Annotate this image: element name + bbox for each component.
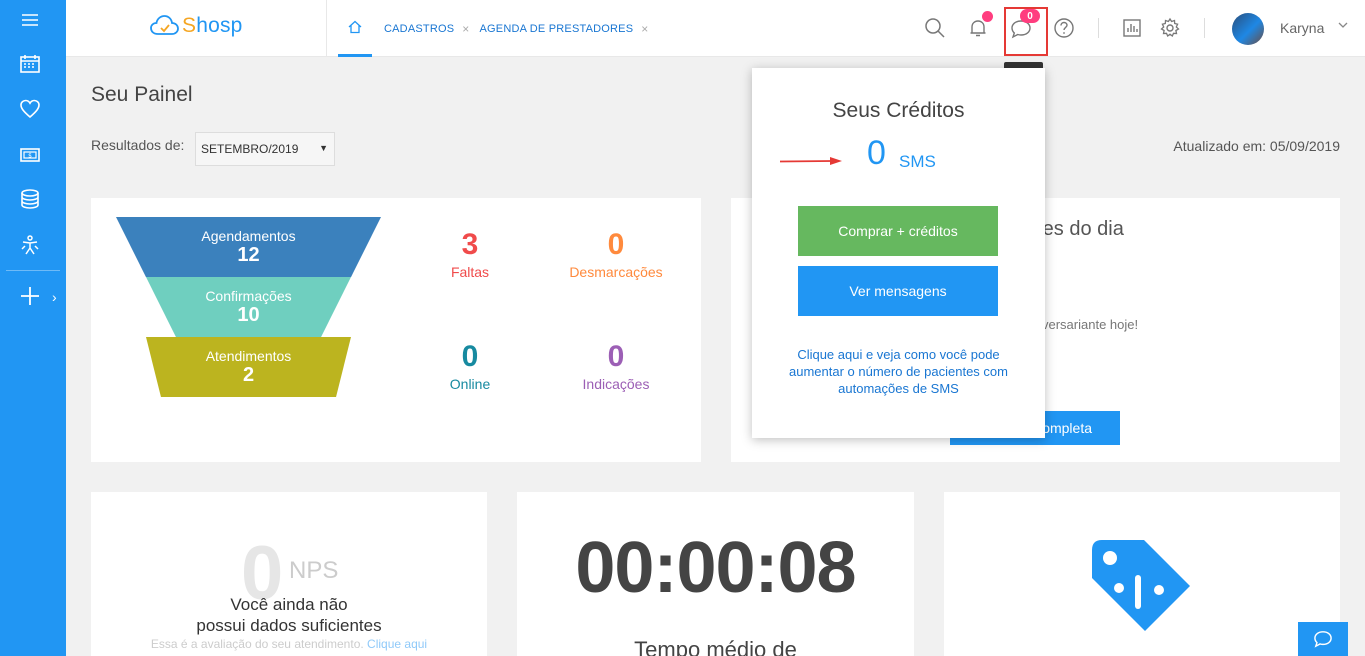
tab-bar: CADASTROS × AGENDA DE PRESTADORES × xyxy=(338,0,658,57)
chevron-right-icon[interactable]: › xyxy=(52,289,57,305)
nps-label: NPS xyxy=(289,557,339,584)
credits-unit: SMS xyxy=(899,152,936,171)
arrow-right-icon xyxy=(779,153,844,171)
popup-title: Seus Créditos xyxy=(832,99,965,122)
credits-count: 0 xyxy=(867,134,886,172)
logo-text: Shosp xyxy=(182,14,243,37)
timer-value: 00:00:08 xyxy=(575,528,856,608)
results-label: Resultados de: xyxy=(91,137,185,153)
sms-count-badge: 0 xyxy=(1020,9,1040,23)
funnel-agendamentos[interactable]: Agendamentos 12 xyxy=(116,217,381,277)
chat-widget-button[interactable] xyxy=(1298,622,1348,656)
search-icon[interactable] xyxy=(924,17,946,39)
topbar: Shosp CADASTROS × AGENDA DE PRESTADORES × … xyxy=(66,0,1365,57)
menu-icon[interactable] xyxy=(18,8,42,32)
user-name[interactable]: Karyna xyxy=(1280,20,1324,36)
topbar-divider xyxy=(326,0,327,57)
month-select[interactable]: SETEMBRO/2019 ▼ xyxy=(195,132,335,166)
chat-icon xyxy=(1314,631,1332,648)
database-icon[interactable] xyxy=(18,187,42,211)
stat-indicacoes[interactable]: 0 Indicações xyxy=(546,340,686,392)
plus-icon[interactable] xyxy=(18,284,42,308)
timer-label: Tempo médio de xyxy=(634,637,797,656)
cloud-logo-icon xyxy=(150,15,179,35)
sms-automation-link[interactable]: Clique aqui e veja como você pode aument… xyxy=(772,346,1025,397)
sidebar-divider xyxy=(6,270,60,271)
buy-credits-button[interactable]: Comprar + créditos xyxy=(798,206,998,256)
home-icon xyxy=(348,20,362,34)
svg-text:$: $ xyxy=(28,153,32,160)
stat-desmarcacoes[interactable]: 0 Desmarcações xyxy=(546,228,686,280)
notification-dot xyxy=(982,11,993,22)
report-icon[interactable] xyxy=(1121,17,1143,39)
nps-subtext: Essa é a avaliação do seu atendimento. C… xyxy=(150,637,428,651)
logo[interactable]: Shosp xyxy=(150,14,243,38)
topbar-divider xyxy=(1204,18,1205,38)
topbar-divider xyxy=(1098,18,1099,38)
tag-icon xyxy=(1088,536,1194,647)
help-icon[interactable] xyxy=(1053,17,1075,39)
updated-date: Atualizado em: 05/09/2019 xyxy=(1173,138,1340,154)
credits-popup: Seus Créditos 0 SMS Comprar + créditos V… xyxy=(752,68,1045,438)
nps-message: Você ainda não possui dados suficientes xyxy=(196,595,382,635)
chevron-down-icon[interactable] xyxy=(1338,20,1348,33)
funnel-confirmacoes[interactable]: Confirmações 10 xyxy=(146,277,351,337)
calendar-icon[interactable] xyxy=(18,52,42,76)
sidebar: $ › xyxy=(0,0,66,656)
funnel-atendimentos[interactable]: Atendimentos 2 xyxy=(146,337,351,397)
page-title: Seu Painel xyxy=(91,83,193,106)
tab-agenda-prestadores[interactable]: AGENDA DE PRESTADORES × xyxy=(479,22,648,36)
nps-link[interactable]: Clique aqui xyxy=(367,637,427,651)
tab-close-icon[interactable]: × xyxy=(462,22,469,36)
stat-faltas[interactable]: 3 Faltas xyxy=(400,228,540,280)
view-messages-button[interactable]: Ver mensagens xyxy=(798,266,998,316)
avatar[interactable] xyxy=(1232,13,1264,45)
tab-close-icon[interactable]: × xyxy=(641,22,648,36)
accessibility-icon[interactable] xyxy=(18,233,42,257)
money-icon[interactable]: $ xyxy=(18,143,42,167)
heart-icon[interactable] xyxy=(18,97,42,121)
caret-down-icon: ▼ xyxy=(319,143,328,153)
gear-icon[interactable] xyxy=(1159,17,1181,39)
birthday-card-text: versariante hoje! xyxy=(1042,317,1139,332)
tab-home[interactable] xyxy=(338,0,372,57)
stat-online[interactable]: 0 Online xyxy=(400,340,540,392)
tab-cadastros[interactable]: CADASTROS × xyxy=(384,22,469,36)
